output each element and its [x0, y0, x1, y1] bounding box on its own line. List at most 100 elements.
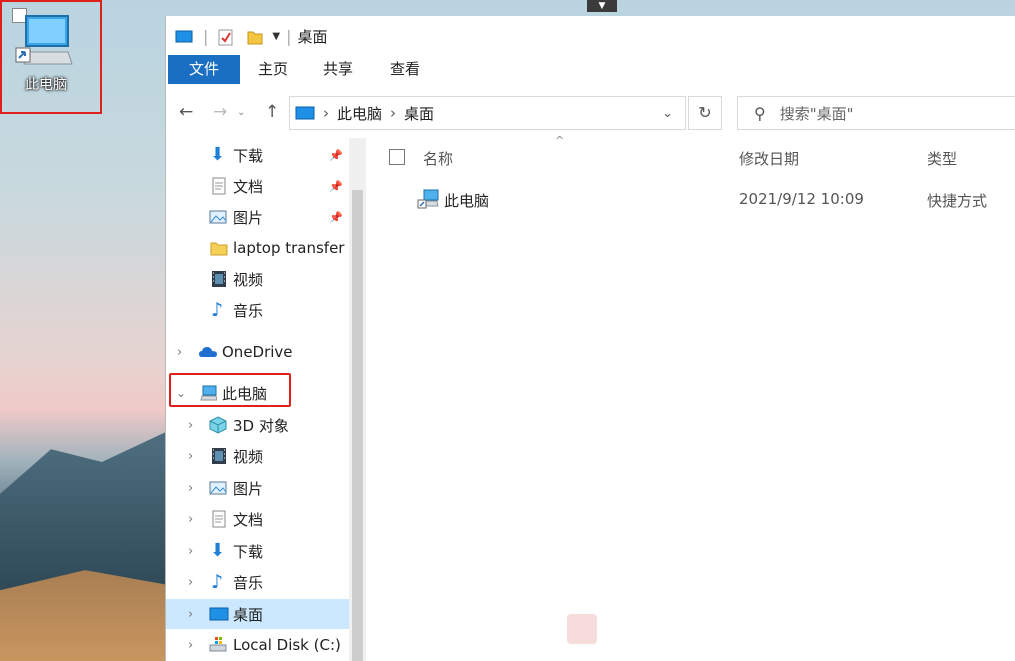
nav-item-label: 图片 [233, 208, 264, 227]
properties-icon[interactable] [218, 28, 234, 46]
pin-icon: 📌 [329, 179, 343, 193]
chevron-right-icon[interactable]: › [177, 345, 182, 360]
table-row[interactable]: 此电脑 2021/9/12 10:09 快捷方式 [371, 188, 1015, 210]
tab-file[interactable]: 文件 [168, 55, 240, 84]
nav-item-label: 文档 [233, 510, 264, 529]
nav-item-label: 3D 对象 [233, 416, 289, 435]
refresh-icon: ↻ [698, 103, 712, 122]
nav-item-music[interactable]: ♪ 音乐 [166, 295, 349, 325]
divider: | [286, 27, 292, 46]
breadcrumb-desktop[interactable]: 桌面 [404, 103, 434, 124]
tab-share[interactable]: 共享 [306, 55, 370, 84]
customize-quick-access-icon[interactable]: ▼ [272, 31, 280, 42]
scrollbar-thumb[interactable] [352, 190, 363, 661]
pin-icon: 📌 [329, 148, 343, 162]
breadcrumb-this-pc[interactable]: 此电脑 [337, 103, 382, 124]
recent-locations-icon[interactable]: ⌄ [237, 107, 245, 118]
nav-item-pictures[interactable]: 图片 📌 [166, 202, 349, 232]
nav-item-documents-pc[interactable]: › 文档 [166, 504, 349, 534]
desktop-icon-this-pc[interactable]: 此电脑 [6, 6, 86, 102]
video-icon [212, 448, 226, 464]
search-placeholder: 搜索"桌面" [779, 104, 854, 123]
nav-item-downloads-pc[interactable]: › ⬇ 下载 [166, 536, 349, 566]
address-row: ← → ⌄ ↑ › 此电脑 › 桌面 ⌄ ↻ ⚲ 搜索"桌面" [166, 96, 1015, 130]
sort-ascending-icon: ^ [555, 134, 565, 147]
window-title: 桌面 [297, 28, 328, 46]
nav-item-label: 下载 [233, 542, 264, 561]
nav-item-label: 音乐 [233, 573, 264, 592]
column-header-type[interactable]: 类型 [927, 148, 957, 169]
chevron-right-icon[interactable]: › [188, 575, 193, 590]
nav-item-label: 音乐 [233, 301, 264, 320]
nav-item-laptop-transfer[interactable]: laptop transfer [166, 233, 349, 263]
desktop-folder-icon [295, 106, 315, 120]
desktop-mountain [0, 430, 170, 590]
select-all-checkbox[interactable] [389, 149, 405, 165]
file-type: 快捷方式 [927, 192, 988, 210]
nav-item-desktop[interactable]: › 桌面 [166, 599, 349, 629]
file-modified: 2021/9/12 10:09 [739, 190, 864, 208]
refresh-button[interactable]: ↻ [688, 96, 722, 130]
nav-item-documents[interactable]: 文档 📌 [166, 171, 349, 201]
drive-icon [209, 637, 227, 652]
cube-icon [209, 416, 227, 434]
chevron-right-icon[interactable]: › [188, 512, 193, 527]
chevron-right-icon[interactable]: › [188, 544, 193, 559]
title-bar: | ▼ | 桌面 [166, 16, 1015, 54]
taskbar-search-icon[interactable] [567, 614, 597, 644]
nav-item-pictures-pc[interactable]: › 图片 [166, 473, 349, 503]
nav-item-label: OneDrive [222, 343, 293, 361]
desktop-folder-icon [209, 607, 229, 621]
this-pc-highlight [169, 373, 291, 407]
nav-item-downloads[interactable]: ⬇ 下载 📌 [166, 140, 349, 170]
search-icon: ⚲ [754, 103, 766, 123]
back-arrow-icon[interactable]: ← [179, 102, 193, 122]
chevron-right-icon[interactable]: › [188, 607, 193, 622]
nav-item-videos-pc[interactable]: › 视频 [166, 441, 349, 471]
search-input[interactable]: ⚲ 搜索"桌面" [737, 96, 1015, 130]
folder-icon [210, 242, 228, 256]
file-name: 此电脑 [444, 192, 490, 210]
music-note-icon: ♪ [211, 571, 224, 593]
breadcrumb-separator-icon[interactable]: › [390, 104, 396, 122]
chevron-right-icon[interactable]: › [188, 481, 193, 496]
chevron-right-icon[interactable]: › [188, 638, 193, 653]
computer-icon [15, 15, 73, 65]
nav-scrollbar[interactable] [349, 138, 366, 661]
chevron-right-icon[interactable]: › [188, 418, 193, 433]
nav-item-label: 图片 [233, 479, 264, 498]
column-header-name[interactable]: 名称 [423, 148, 453, 169]
picture-icon [209, 481, 227, 495]
document-icon [212, 177, 226, 195]
new-folder-icon[interactable] [246, 28, 264, 46]
column-header-modified[interactable]: 修改日期 [739, 148, 799, 169]
nav-item-label: 视频 [233, 447, 264, 466]
nav-item-label: laptop transfer [233, 239, 345, 257]
nav-item-videos[interactable]: 视频 [166, 264, 349, 294]
document-icon [212, 510, 226, 528]
tab-view[interactable]: 查看 [373, 55, 437, 84]
nav-item-onedrive[interactable]: › OneDrive [166, 337, 349, 367]
nav-item-label: 视频 [233, 270, 264, 289]
video-icon [212, 271, 226, 287]
cloud-icon [199, 347, 217, 357]
download-arrow-icon: ⬇ [210, 540, 226, 561]
nav-item-3d-objects[interactable]: › 3D 对象 [166, 410, 349, 440]
nav-item-label: 桌面 [233, 605, 264, 624]
breadcrumb-separator-icon[interactable]: › [323, 104, 329, 122]
forward-arrow-icon[interactable]: → [213, 102, 227, 122]
nav-item-local-disk[interactable]: › Local Disk (C:) [166, 630, 349, 660]
nav-item-label: 文档 [233, 177, 264, 196]
nav-item-music-pc[interactable]: › ♪ 音乐 [166, 567, 349, 597]
music-note-icon: ♪ [211, 299, 224, 321]
download-arrow-icon: ⬇ [210, 144, 226, 165]
address-dropdown-icon[interactable]: ⌄ [662, 106, 673, 121]
chevron-right-icon[interactable]: › [188, 449, 193, 464]
top-chevron-icon[interactable]: ▼ [587, 0, 617, 12]
address-bar[interactable]: › 此电脑 › 桌面 ⌄ [289, 96, 686, 130]
up-arrow-icon[interactable]: ↑ [265, 102, 279, 122]
nav-item-label: Local Disk (C:) [233, 636, 341, 654]
picture-icon [209, 210, 227, 224]
file-list: ^ 名称 修改日期 类型 此电脑 2021/9/12 10:09 快捷方式 [371, 134, 1015, 661]
tab-home[interactable]: 主页 [241, 55, 305, 84]
